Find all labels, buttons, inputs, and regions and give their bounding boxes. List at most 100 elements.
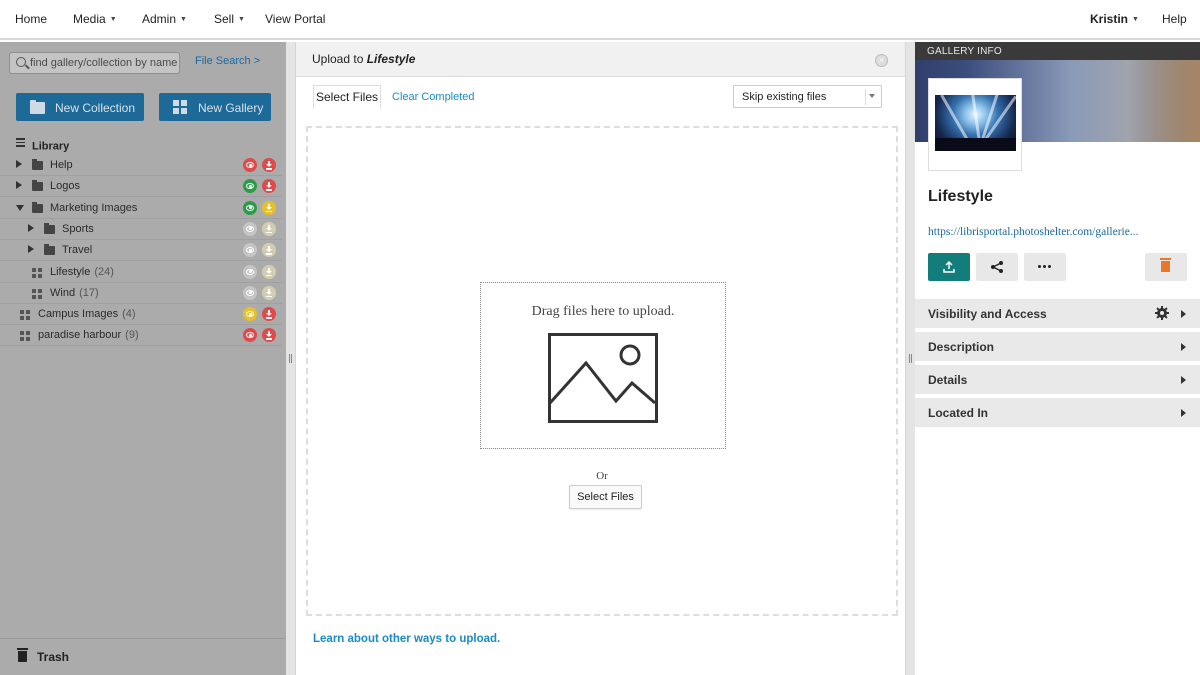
clear-completed-link[interactable]: Clear Completed (392, 91, 475, 103)
tree-item[interactable]: Help (0, 155, 282, 176)
trash-label: Trash (37, 650, 70, 664)
tree-item-label: Sports (62, 223, 94, 235)
upload-title: Upload to Lifestyle (312, 52, 415, 66)
item-count: (9) (125, 329, 139, 342)
drag-handle-icon (909, 354, 912, 363)
existing-files-select[interactable]: Skip existing files (733, 85, 882, 108)
tree-item[interactable]: paradise harbour (9) (0, 325, 282, 347)
nav-media[interactable]: Media ▼ (73, 12, 117, 26)
download-permission-icon[interactable] (262, 221, 276, 236)
ellipsis-icon (1038, 265, 1053, 268)
download-permission-icon[interactable] (262, 243, 276, 258)
gallery-info-panel: GALLERY INFO Lifestyle https://librispor… (915, 42, 1200, 675)
folder-icon (30, 100, 45, 114)
tree-item-label: Logos (50, 180, 80, 192)
section-description[interactable]: Description (915, 330, 1200, 361)
trash-icon (17, 648, 28, 662)
caret-right-icon[interactable] (28, 245, 34, 254)
new-gallery-button[interactable]: New Gallery (159, 93, 271, 121)
gallery-icon (32, 288, 42, 299)
gallery-thumbnail[interactable] (928, 78, 1022, 171)
nav-user-menu[interactable]: Kristin ▼ (1090, 12, 1139, 26)
learn-upload-ways-link[interactable]: Learn about other ways to upload. (313, 633, 500, 645)
download-permission-icon[interactable] (262, 179, 276, 194)
right-splitter[interactable] (906, 42, 915, 675)
folder-icon (32, 201, 43, 213)
delete-gallery-button[interactable] (1145, 253, 1187, 281)
nav-media-label: Media (73, 12, 106, 26)
left-splitter[interactable] (286, 42, 295, 675)
gallery-search-input[interactable] (30, 55, 178, 71)
visibility-icon[interactable] (243, 200, 257, 215)
download-permission-icon[interactable] (262, 328, 276, 343)
tree-item[interactable]: Wind (17) (0, 283, 282, 304)
nav-admin[interactable]: Admin ▼ (142, 12, 187, 26)
nav-sell-label: Sell (214, 12, 235, 26)
trash-icon (1160, 258, 1171, 272)
item-name: Lifestyle (50, 265, 91, 278)
visibility-icon[interactable] (243, 221, 257, 236)
nav-home[interactable]: Home (15, 12, 47, 26)
visibility-icon[interactable] (243, 285, 257, 300)
gallery-info-header: GALLERY INFO (915, 42, 1200, 60)
file-search-link[interactable]: File Search > (195, 55, 260, 67)
tree-item[interactable]: Campus Images (4) (0, 304, 282, 326)
tree-item-label: Campus Images (4) (38, 308, 136, 320)
section-visibility-access[interactable]: Visibility and Access (915, 297, 1200, 328)
share-button[interactable] (976, 253, 1018, 281)
new-gallery-label: New Gallery (198, 101, 264, 115)
upload-title-gallery: Lifestyle (366, 52, 416, 66)
visibility-icon[interactable] (243, 179, 257, 194)
tab-select-files[interactable]: Select Files (313, 85, 381, 109)
item-name: Marketing Images (50, 201, 138, 214)
section-title: Located In (928, 406, 989, 420)
download-permission-icon[interactable] (262, 264, 276, 279)
grid-icon (173, 100, 187, 114)
tree-item-label: Marketing Images (50, 202, 137, 214)
caret-right-icon[interactable] (16, 181, 22, 190)
gallery-url-link[interactable]: https://librisportal.photoshelter.com/ga… (928, 226, 1138, 238)
caret-right-icon[interactable] (28, 223, 34, 232)
more-options-button[interactable] (1024, 253, 1066, 281)
section-details[interactable]: Details (915, 363, 1200, 394)
download-permission-icon[interactable] (262, 200, 276, 215)
library-sidebar: File Search > New Collection New Gallery… (0, 42, 286, 675)
visibility-icon[interactable] (243, 243, 257, 258)
item-name: Sports (62, 222, 94, 235)
drop-target[interactable]: Drag files here to upload. (480, 282, 726, 449)
gallery-icon (20, 310, 30, 321)
gallery-name: Lifestyle (928, 188, 993, 205)
tree-item[interactable]: Marketing Images (0, 198, 282, 219)
visibility-icon[interactable] (243, 328, 257, 343)
gear-icon[interactable] (1155, 306, 1169, 320)
trash-divider (0, 638, 286, 639)
tree-item[interactable]: Logos (0, 176, 282, 198)
visibility-icon[interactable] (243, 264, 257, 279)
download-permission-icon[interactable] (262, 158, 276, 172)
visibility-icon[interactable] (243, 307, 257, 322)
download-permission-icon[interactable] (262, 285, 276, 300)
upload-button[interactable] (928, 253, 970, 281)
share-icon (991, 261, 1003, 273)
nav-help[interactable]: Help (1162, 12, 1187, 26)
library-header[interactable]: Library (16, 138, 69, 153)
upload-title-prefix: Upload to (312, 52, 364, 66)
tree-item-label: Lifestyle (24) (50, 266, 114, 278)
tree-item[interactable]: Travel (0, 240, 282, 262)
library-label: Library (32, 140, 70, 153)
nav-sell[interactable]: Sell ▼ (214, 12, 245, 26)
drop-zone[interactable]: Drag files here to upload. Or Select Fil… (306, 126, 898, 616)
download-permission-icon[interactable] (262, 307, 276, 322)
close-icon[interactable]: × (875, 54, 888, 67)
visibility-icon[interactable] (243, 158, 257, 172)
section-located-in[interactable]: Located In (915, 396, 1200, 427)
caret-down-icon[interactable] (16, 204, 24, 211)
new-collection-button[interactable]: New Collection (16, 93, 144, 121)
select-files-button[interactable]: Select Files (569, 485, 642, 509)
tree-item-label: Wind (17) (50, 287, 99, 299)
tree-item[interactable]: Sports (0, 219, 282, 240)
folder-icon (44, 222, 55, 234)
nav-view-portal[interactable]: View Portal (265, 12, 325, 26)
tree-item[interactable]: Lifestyle (24) (0, 262, 282, 283)
caret-right-icon[interactable] (16, 160, 22, 168)
